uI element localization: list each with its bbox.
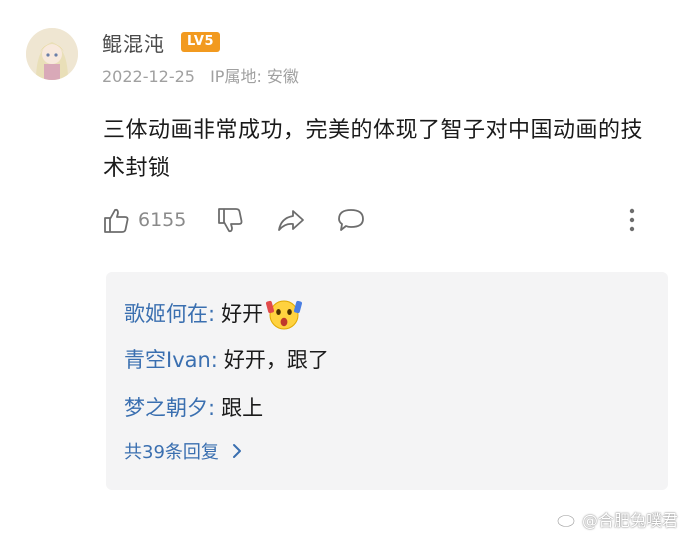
more-options-button[interactable] xyxy=(624,206,640,234)
reply-preview[interactable]: 歌姬何在: 好开 青空Ivan: 好开，跟了 梦之朝夕: 跟上 共39条回复 xyxy=(106,272,668,490)
reply-text: 好开，跟了 xyxy=(223,348,329,372)
comment-text: 三体动画非常成功，完美的体现了智子对中国动画的技术封锁 xyxy=(103,118,644,181)
comment-date: 2022-12-25 xyxy=(102,67,195,86)
dislike-icon xyxy=(218,208,243,233)
comment-meta: 2022-12-25 IP属地: 安徽 xyxy=(102,63,299,87)
reply-item[interactable]: 歌姬何在: 好开 xyxy=(124,297,303,331)
watermark-text: @合肥兔噗君 xyxy=(581,511,678,530)
reply-author[interactable]: 青空Ivan: xyxy=(124,345,218,375)
more-replies-label: 共39条回复 xyxy=(124,442,219,463)
comment-actions: 6155 xyxy=(100,206,660,238)
reply-item[interactable]: 梦之朝夕: 跟上 xyxy=(124,393,263,423)
reply-item[interactable]: 青空Ivan: 好开，跟了 xyxy=(124,345,329,375)
avatar-image xyxy=(26,28,78,80)
more-replies-link[interactable]: 共39条回复 xyxy=(124,438,247,464)
share-button[interactable] xyxy=(276,206,306,234)
avatar[interactable] xyxy=(26,28,78,80)
comment-button[interactable] xyxy=(336,206,366,234)
like-icon xyxy=(104,208,129,233)
chevron-right-icon xyxy=(232,444,241,458)
username[interactable]: 鲲混沌 xyxy=(102,28,165,57)
reply-author[interactable]: 歌姬何在: xyxy=(124,299,215,329)
reply-text: 跟上 xyxy=(221,396,264,420)
watermark: @合肥兔噗君 xyxy=(557,507,678,531)
dislike-button[interactable] xyxy=(216,206,244,234)
ip-location: IP属地: 安徽 xyxy=(210,67,299,86)
like-count: 6155 xyxy=(138,209,187,231)
reply-text: 好开 xyxy=(221,302,264,326)
weibo-logo-icon xyxy=(557,511,578,528)
more-vertical-icon xyxy=(629,208,635,232)
like-button[interactable]: 6155 xyxy=(102,206,186,234)
comment-icon xyxy=(338,209,364,231)
reply-author[interactable]: 梦之朝夕: xyxy=(124,393,215,423)
level-badge: LV5 xyxy=(181,32,220,52)
share-icon xyxy=(278,210,304,231)
shocked-emoji-icon xyxy=(266,300,303,330)
